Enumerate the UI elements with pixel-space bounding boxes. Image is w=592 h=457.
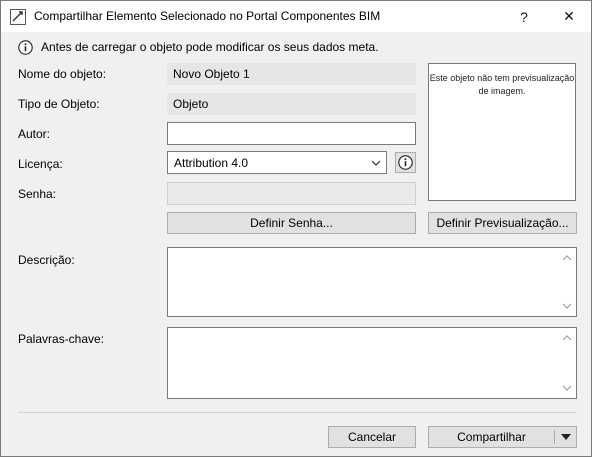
preview-box: Este objeto não tem previsualização de i… [428, 63, 576, 201]
chevron-down-icon [371, 160, 381, 166]
title-bar: Compartilhar Elemento Selecionado no Por… [1, 1, 591, 32]
scroll-up-icon[interactable] [562, 333, 572, 343]
info-bar: Antes de carregar o objeto pode modifica… [1, 32, 591, 62]
password-input[interactable] [167, 182, 416, 205]
author-label: Autor: [18, 127, 51, 141]
keywords-textarea[interactable] [167, 327, 577, 399]
set-password-button[interactable]: Definir Senha... [167, 212, 416, 234]
share-dialog: Compartilhar Elemento Selecionado no Por… [0, 0, 592, 457]
info-icon [398, 155, 413, 170]
info-icon [18, 40, 33, 55]
description-textarea[interactable] [167, 247, 577, 317]
scroll-down-icon[interactable] [562, 383, 572, 393]
license-info-button[interactable] [395, 152, 416, 173]
license-selected-value: Attribution 4.0 [174, 156, 249, 170]
object-name-label: Nome do objeto: [18, 67, 107, 81]
author-input[interactable] [167, 122, 416, 145]
close-button[interactable]: ✕ [546, 1, 592, 32]
keywords-label: Palavras-chave: [18, 332, 105, 346]
info-message: Antes de carregar o objeto pode modifica… [41, 40, 379, 54]
scroll-down-icon[interactable] [562, 301, 572, 311]
description-scrollbar[interactable] [559, 248, 576, 316]
object-name-value: Novo Objeto 1 [167, 63, 416, 85]
window-title: Compartilhar Elemento Selecionado no Por… [34, 9, 381, 23]
cancel-button[interactable]: Cancelar [328, 426, 416, 448]
help-button[interactable]: ? [501, 1, 547, 32]
share-split-button[interactable]: Compartilhar [428, 426, 577, 448]
share-button[interactable]: Compartilhar [429, 427, 554, 447]
footer-divider [18, 412, 577, 413]
license-select[interactable]: Attribution 4.0 [167, 151, 387, 174]
object-type-label: Tipo de Objeto: [18, 97, 100, 111]
set-preview-button[interactable]: Definir Previsualização... [428, 212, 577, 234]
description-label: Descrição: [18, 253, 75, 267]
license-label: Licença: [18, 157, 63, 171]
object-type-value: Objeto [167, 93, 416, 115]
caret-down-icon [560, 434, 571, 440]
app-icon [10, 9, 26, 25]
keywords-scrollbar[interactable] [559, 328, 576, 398]
share-options-button[interactable] [555, 427, 576, 447]
password-label: Senha: [18, 187, 57, 201]
scroll-up-icon[interactable] [562, 253, 572, 263]
